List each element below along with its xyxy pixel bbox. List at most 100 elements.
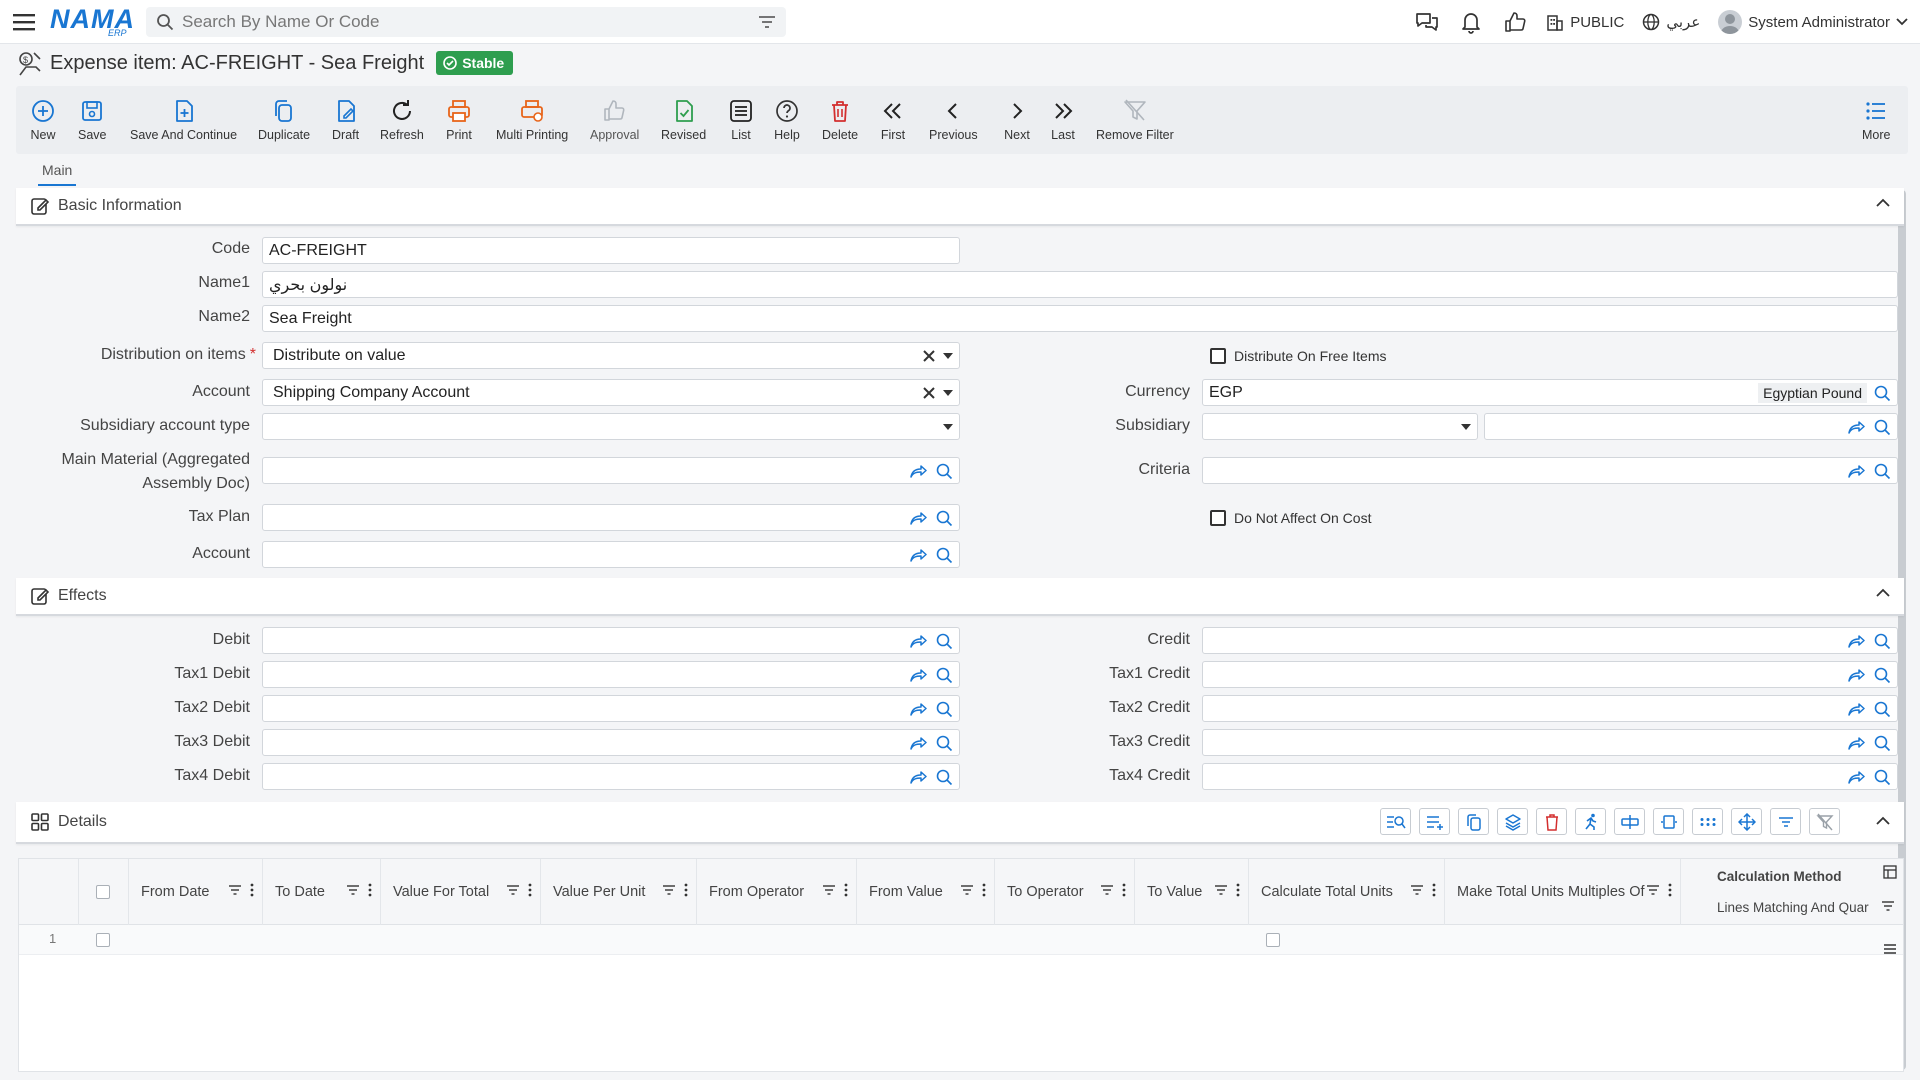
company-selector[interactable]: PUBLIC bbox=[1546, 13, 1624, 31]
open-link-icon[interactable] bbox=[1847, 736, 1865, 750]
refresh-button[interactable]: Refresh bbox=[380, 86, 424, 154]
column-menu-icon[interactable] bbox=[250, 883, 254, 897]
more-button[interactable]: More bbox=[1862, 86, 1890, 154]
clear-icon[interactable] bbox=[923, 349, 935, 362]
select-all-checkbox[interactable] bbox=[96, 885, 110, 899]
column-header[interactable]: Make Total Units Multiples Of bbox=[1445, 859, 1681, 925]
new-button[interactable]: New bbox=[30, 86, 56, 154]
lookup-search-icon[interactable] bbox=[935, 734, 953, 752]
open-link-icon[interactable] bbox=[909, 511, 927, 525]
calculate-total-units-checkbox[interactable] bbox=[1266, 933, 1280, 947]
search-input[interactable] bbox=[182, 12, 758, 32]
column-filter-icon[interactable] bbox=[960, 885, 974, 895]
approval-button[interactable]: Approval bbox=[590, 86, 639, 154]
thumbs-up-icon[interactable] bbox=[1502, 9, 1528, 35]
open-link-icon[interactable] bbox=[1847, 420, 1865, 434]
column-filter-icon[interactable] bbox=[1100, 885, 1114, 895]
open-link-icon[interactable] bbox=[909, 668, 927, 682]
tax2-debit-field[interactable] bbox=[262, 695, 960, 722]
column-menu-icon[interactable] bbox=[1668, 883, 1672, 897]
print-button[interactable]: Print bbox=[446, 86, 472, 154]
column-filter-icon[interactable] bbox=[1881, 901, 1895, 911]
lookup-search-icon[interactable] bbox=[935, 546, 953, 564]
column-filter-icon[interactable] bbox=[662, 885, 676, 895]
column-filter-icon[interactable] bbox=[1410, 885, 1424, 895]
column-header[interactable]: Value For Total bbox=[381, 859, 541, 925]
expand-row-button[interactable] bbox=[1653, 808, 1684, 835]
user-menu[interactable]: System Administrator bbox=[1718, 10, 1908, 34]
lookup-search-icon[interactable] bbox=[1873, 734, 1891, 752]
chat-icon[interactable] bbox=[1414, 9, 1440, 35]
tax2-credit-field[interactable] bbox=[1202, 695, 1898, 722]
tax4-credit-field[interactable] bbox=[1202, 763, 1898, 790]
language-selector[interactable]: عربي bbox=[1642, 13, 1700, 31]
column-header[interactable]: From Operator bbox=[697, 859, 857, 925]
add-row-button[interactable] bbox=[1419, 808, 1450, 835]
column-header[interactable]: To Date bbox=[263, 859, 381, 925]
debit-field[interactable] bbox=[262, 627, 960, 654]
open-link-icon[interactable] bbox=[909, 736, 927, 750]
effects-header[interactable]: Effects bbox=[16, 578, 1904, 616]
chevron-up-icon[interactable] bbox=[1876, 588, 1890, 598]
help-button[interactable]: Help bbox=[774, 86, 800, 154]
column-menu-icon[interactable] bbox=[1236, 883, 1240, 897]
subsidiary-lookup[interactable] bbox=[1484, 413, 1898, 440]
column-menu-icon[interactable] bbox=[1432, 883, 1436, 897]
save-button[interactable]: Save bbox=[78, 86, 107, 154]
previous-button[interactable]: Previous bbox=[929, 86, 978, 154]
row-checkbox[interactable] bbox=[96, 933, 110, 947]
first-button[interactable]: First bbox=[880, 86, 906, 154]
run-button[interactable] bbox=[1575, 808, 1606, 835]
name2-field[interactable]: Sea Freight bbox=[262, 305, 1898, 332]
column-filter-icon[interactable] bbox=[346, 885, 360, 895]
distribute-free-checkbox[interactable] bbox=[1210, 348, 1226, 364]
lookup-search-icon[interactable] bbox=[1873, 700, 1891, 718]
next-button[interactable]: Next bbox=[1004, 86, 1030, 154]
currency-field[interactable]: EGP Egyptian Pound bbox=[1202, 379, 1898, 406]
save-and-continue-button[interactable]: Save And Continue bbox=[130, 86, 237, 154]
open-link-icon[interactable] bbox=[1847, 464, 1865, 478]
lookup-search-icon[interactable] bbox=[1873, 768, 1891, 786]
revised-button[interactable]: Revised bbox=[661, 86, 706, 154]
column-header[interactable]: Value Per Unit bbox=[541, 859, 697, 925]
tax1-credit-field[interactable] bbox=[1202, 661, 1898, 688]
lookup-search-icon[interactable] bbox=[1873, 384, 1891, 402]
open-link-icon[interactable] bbox=[909, 770, 927, 784]
open-link-icon[interactable] bbox=[1847, 702, 1865, 716]
bell-icon[interactable] bbox=[1458, 9, 1484, 35]
lookup-search-icon[interactable] bbox=[935, 768, 953, 786]
column-filter-icon[interactable] bbox=[228, 885, 242, 895]
subsidiary-type-select[interactable] bbox=[262, 413, 960, 440]
layers-button[interactable] bbox=[1497, 808, 1528, 835]
copy-row-button[interactable] bbox=[1458, 808, 1489, 835]
grid-filter-button[interactable] bbox=[1770, 808, 1801, 835]
multi-printing-button[interactable]: Multi Printing bbox=[496, 86, 568, 154]
chevron-up-icon[interactable] bbox=[1876, 198, 1890, 208]
column-menu-icon[interactable] bbox=[1122, 883, 1126, 897]
chevron-up-icon[interactable] bbox=[1876, 816, 1890, 826]
tax3-credit-field[interactable] bbox=[1202, 729, 1898, 756]
open-link-icon[interactable] bbox=[909, 464, 927, 478]
account-select[interactable]: Shipping Company Account bbox=[262, 379, 960, 406]
lookup-search-icon[interactable] bbox=[935, 509, 953, 527]
tax1-debit-field[interactable] bbox=[262, 661, 960, 688]
subsidiary-select[interactable] bbox=[1202, 413, 1478, 440]
column-menu-icon[interactable] bbox=[684, 883, 688, 897]
criteria-field[interactable] bbox=[1202, 457, 1898, 484]
main-material-field[interactable] bbox=[262, 457, 960, 484]
row-menu-icon[interactable] bbox=[1883, 943, 1897, 955]
lookup-search-icon[interactable] bbox=[935, 462, 953, 480]
filter-icon[interactable] bbox=[758, 15, 776, 29]
table-row[interactable]: 1 bbox=[19, 925, 1903, 955]
column-filter-icon[interactable] bbox=[506, 885, 520, 895]
column-header[interactable]: Calculate Total Units bbox=[1249, 859, 1445, 925]
insert-row-button[interactable] bbox=[1614, 808, 1645, 835]
menu-icon[interactable] bbox=[12, 10, 36, 34]
column-menu-icon[interactable] bbox=[368, 883, 372, 897]
lookup-search-icon[interactable] bbox=[1873, 666, 1891, 684]
lookup-search-icon[interactable] bbox=[1873, 418, 1891, 436]
last-button[interactable]: Last bbox=[1050, 86, 1076, 154]
tab-main[interactable]: Main bbox=[38, 160, 77, 186]
name1-field[interactable]: نولون بحري bbox=[262, 271, 1898, 298]
column-header[interactable]: To Value bbox=[1135, 859, 1249, 925]
